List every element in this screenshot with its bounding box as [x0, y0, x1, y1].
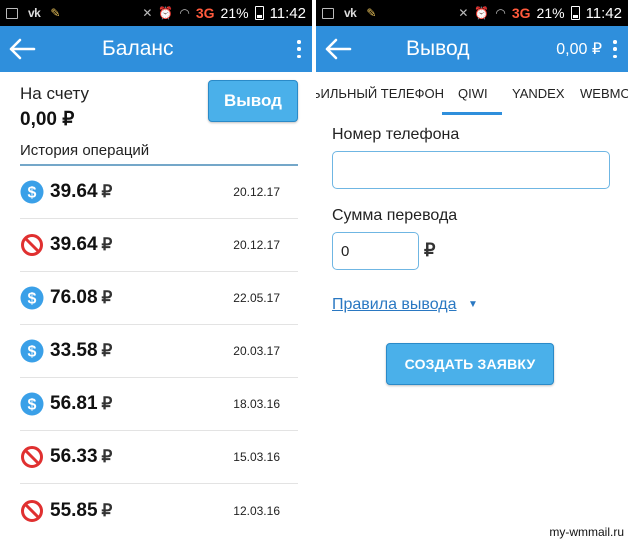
status-bar: vk ✎ ✕ ⏰ ◠ 3G 21% 11:42	[316, 0, 628, 26]
operation-date: 20.03.17	[233, 344, 280, 358]
currency-sign: ₽	[424, 240, 436, 260]
withdraw-rules-link[interactable]: Правила вывода	[332, 296, 457, 314]
operation-amount: 56.33	[50, 446, 98, 467]
operation-amount: 39.64	[50, 181, 98, 202]
operation-date: 12.03.16	[233, 503, 280, 518]
dollar-icon: $	[20, 392, 44, 416]
page-title: Вывод	[406, 37, 470, 60]
wifi-icon: ◠	[179, 6, 190, 20]
tab-qiwi[interactable]: QIWI	[458, 86, 488, 101]
overflow-menu-icon[interactable]	[610, 40, 620, 58]
svg-text:$: $	[28, 344, 37, 361]
sum-input[interactable]: 0	[332, 232, 419, 270]
operation-currency: ₽	[101, 182, 113, 201]
operation-currency: ₽	[101, 341, 113, 360]
operation-amount: 76.08	[50, 287, 98, 308]
withdraw-button[interactable]: Вывод	[208, 80, 298, 122]
caret-down-icon[interactable]: ▼	[468, 299, 478, 310]
operation-row[interactable]: $39.64 ₽20.12.17	[20, 166, 298, 219]
operation-date: 20.12.17	[233, 185, 280, 199]
operation-row[interactable]: 55.85 ₽12.03.16	[20, 484, 298, 537]
operation-amount: 33.58	[50, 340, 98, 361]
vk-notification-icon: vk	[28, 6, 41, 20]
app-bar: Баланс	[0, 26, 312, 72]
operation-row[interactable]: $33.58 ₽20.03.17	[20, 325, 298, 378]
phone-input[interactable]	[332, 151, 610, 189]
operation-row[interactable]: 56.33 ₽15.03.16	[20, 431, 298, 484]
network-indicator: 3G	[195, 5, 215, 21]
operation-amount: 56.81	[50, 393, 98, 414]
tab-yandex[interactable]: YANDEX	[512, 86, 565, 101]
alarm-icon: ⏰	[474, 6, 490, 20]
tab-mobile-phone[interactable]: ЬИЛЬНЫЙ ТЕЛЕФОН	[316, 86, 444, 101]
mute-icon: ✕	[142, 6, 153, 20]
brush-notification-icon: ✎	[366, 6, 377, 20]
clock: 11:42	[585, 4, 622, 22]
alarm-icon: ⏰	[158, 6, 174, 20]
operation-date: 18.03.16	[233, 397, 280, 411]
operation-row[interactable]: 39.64 ₽20.12.17	[20, 219, 298, 272]
back-arrow-icon	[325, 38, 352, 60]
account-label: На счету	[20, 84, 89, 103]
battery-percent: 21%	[536, 5, 565, 21]
balance-screen: vk ✎ ✕ ⏰ ◠ 3G 21% 11:42 Баланс На счету …	[0, 0, 312, 541]
dollar-icon: $	[20, 180, 44, 204]
cancel-icon	[21, 446, 43, 468]
phone-label: Номер телефона	[332, 126, 460, 143]
svg-text:$: $	[28, 397, 37, 414]
watermark: my-wmmail.ru	[549, 525, 624, 539]
operation-date: 22.05.17	[233, 291, 280, 305]
operation-date: 15.03.16	[233, 450, 280, 464]
payment-tabs: ЬИЛЬНЫЙ ТЕЛЕФОН QIWI YANDEX WEBMO	[316, 72, 628, 116]
clock: 11:42	[269, 4, 306, 22]
page-title: Баланс	[102, 37, 174, 60]
operation-amount: 55.85	[50, 499, 98, 521]
operation-currency: ₽	[101, 394, 113, 413]
battery-percent: 21%	[220, 5, 249, 21]
app-bar: Вывод 0,00 ₽	[316, 26, 628, 72]
operation-currency: ₽	[101, 235, 113, 254]
operation-currency: ₽	[101, 447, 113, 466]
overflow-menu-icon[interactable]	[294, 40, 304, 58]
dollar-icon: $	[20, 339, 44, 363]
battery-icon	[254, 6, 264, 20]
mute-icon: ✕	[458, 6, 469, 20]
cancel-icon	[21, 234, 43, 256]
operation-date: 20.12.17	[233, 238, 280, 252]
operation-currency: ₽	[101, 500, 113, 520]
header-balance: 0,00 ₽	[556, 41, 602, 58]
operation-row[interactable]: $56.81 ₽18.03.16	[20, 378, 298, 431]
create-request-button[interactable]: СОЗДАТЬ ЗАЯВКУ	[386, 343, 554, 385]
back-button[interactable]	[316, 26, 360, 72]
gallery-notification-icon	[322, 7, 334, 19]
cancel-icon	[21, 499, 43, 522]
active-tab-indicator	[442, 112, 502, 115]
operation-amount: 39.64	[50, 234, 98, 255]
svg-text:$: $	[28, 291, 37, 308]
brush-notification-icon: ✎	[50, 6, 61, 20]
svg-text:$: $	[28, 185, 37, 202]
withdraw-screen: vk ✎ ✕ ⏰ ◠ 3G 21% 11:42 Вывод 0,00 ₽ ЬИЛ…	[316, 0, 628, 541]
sum-label: Сумма перевода	[332, 207, 458, 224]
back-button[interactable]	[0, 26, 44, 72]
operations-list: $39.64 ₽20.12.17 39.64 ₽20.12.17 $76.08 ₽22.0…	[20, 166, 298, 537]
operation-row[interactable]: $76.08 ₽22.05.17	[20, 272, 298, 325]
gallery-notification-icon	[6, 7, 18, 19]
dollar-icon: $	[20, 286, 44, 310]
battery-icon	[570, 6, 580, 20]
tab-webmoney[interactable]: WEBMO	[580, 86, 628, 101]
status-bar: vk ✎ ✕ ⏰ ◠ 3G 21% 11:42	[0, 0, 312, 26]
back-arrow-icon	[9, 38, 36, 60]
account-section: На счету 0,00 ₽ Вывод	[0, 72, 312, 142]
wifi-icon: ◠	[495, 6, 506, 20]
account-value: 0,00 ₽	[20, 109, 75, 130]
vk-notification-icon: vk	[344, 6, 357, 20]
history-header: История операций	[20, 142, 298, 166]
operation-currency: ₽	[101, 288, 113, 307]
network-indicator: 3G	[511, 5, 531, 21]
